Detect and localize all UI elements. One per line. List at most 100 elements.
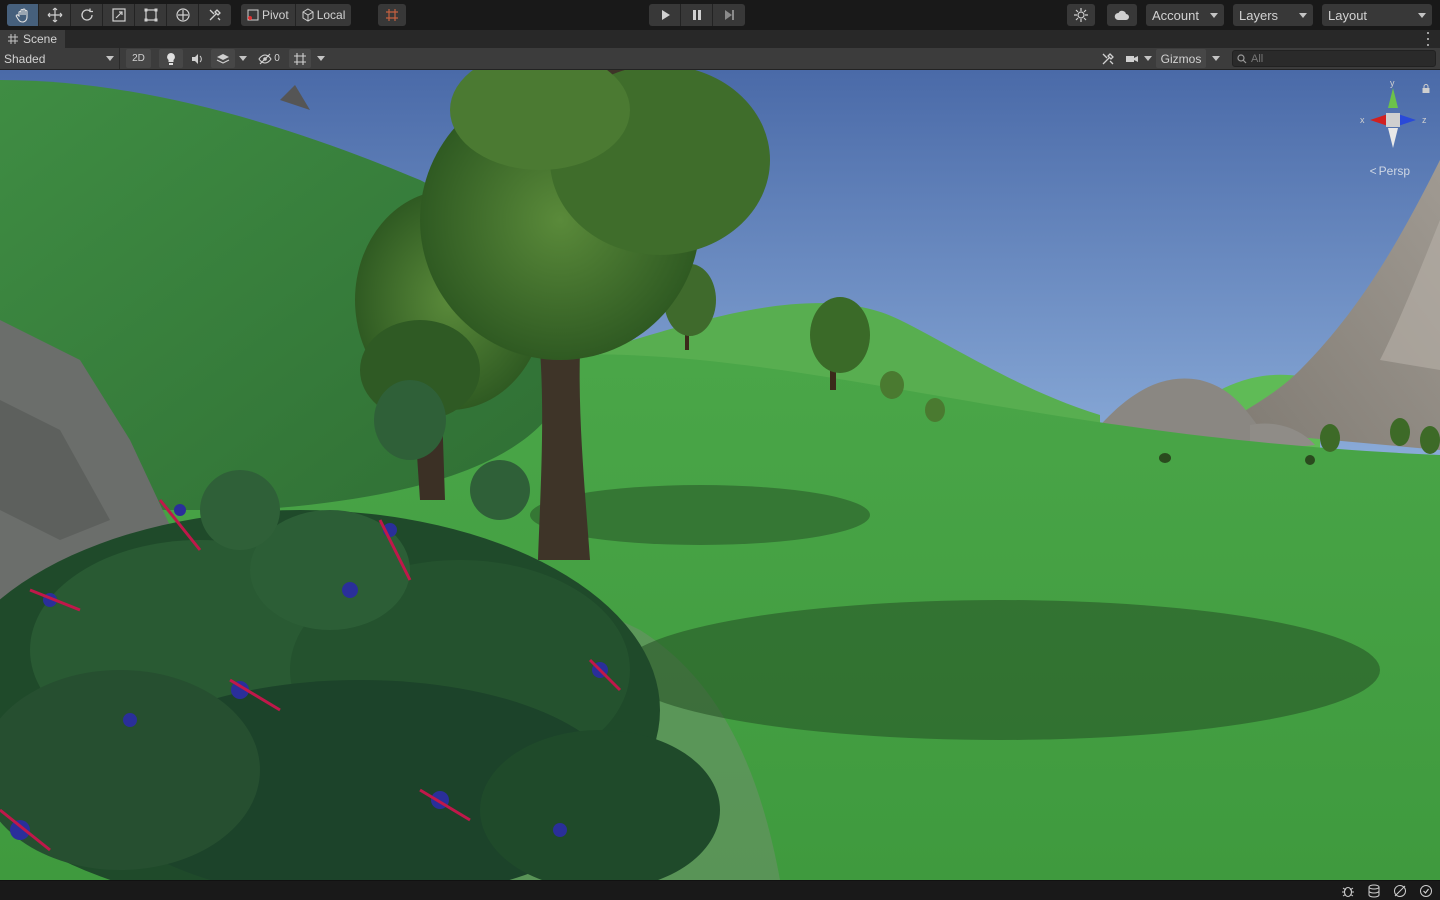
gizmos-label: Gizmos xyxy=(1160,51,1202,66)
grid-dropdown-icon[interactable] xyxy=(317,56,325,61)
toggle-2d-label: 2D xyxy=(132,53,145,64)
cloud-icon xyxy=(1114,10,1129,20)
local-cube-icon xyxy=(302,8,314,22)
projection-toggle[interactable]: < Persp xyxy=(1370,164,1410,178)
projection-label: Persp xyxy=(1378,164,1410,178)
pivot-group: Pivot Local xyxy=(241,4,352,26)
transform-tool-button[interactable] xyxy=(167,4,199,26)
x-axis-cone[interactable] xyxy=(1370,114,1388,126)
services-button[interactable] xyxy=(1067,4,1095,26)
draw-mode-label: Shaded xyxy=(4,51,46,66)
z-axis-cone[interactable] xyxy=(1398,114,1416,126)
status-bar xyxy=(0,880,1440,900)
transform-tool-icon xyxy=(175,8,190,22)
hierarchy-search xyxy=(1232,50,1436,67)
layers-effects-icon xyxy=(216,53,230,64)
axis-y-label: y xyxy=(1390,78,1395,88)
pause-icon xyxy=(692,10,701,20)
effects-dropdown-icon[interactable] xyxy=(239,56,247,61)
chevron-down-icon xyxy=(1299,13,1307,18)
chevron-down-icon xyxy=(1418,13,1426,18)
rect-tool-button[interactable] xyxy=(135,4,167,26)
speaker-icon xyxy=(192,53,202,64)
visibility-toggle[interactable]: 0 xyxy=(253,49,285,68)
main-toolbar: Pivot Local Account Layers Layout xyxy=(0,0,1440,30)
tab-scene-label: Scene xyxy=(23,32,58,46)
tab-scene[interactable]: Scene xyxy=(0,30,66,48)
layout-label: Layout xyxy=(1328,7,1368,23)
layout-dropdown[interactable]: Layout xyxy=(1322,4,1432,26)
tab-menu-icon[interactable] xyxy=(1426,32,1430,46)
chevron-down-icon xyxy=(1210,13,1218,18)
lighting-toggle[interactable] xyxy=(159,49,183,68)
pivot-button[interactable]: Pivot xyxy=(241,4,296,26)
custom-tool-button[interactable] xyxy=(199,4,231,26)
grid-snap-button[interactable] xyxy=(378,4,406,26)
scale-tool-button[interactable] xyxy=(103,4,135,26)
tools-button[interactable] xyxy=(1098,49,1118,68)
account-label: Account xyxy=(1152,7,1199,23)
play-controls xyxy=(649,4,745,26)
lock-icon[interactable] xyxy=(1422,82,1430,96)
lightbulb-icon xyxy=(167,52,175,65)
cloud-button[interactable] xyxy=(1107,4,1137,26)
pivot-icon xyxy=(247,9,259,21)
rect-tool-icon xyxy=(144,8,157,22)
network-icon[interactable] xyxy=(1392,883,1408,899)
axis-x-label: x xyxy=(1360,115,1365,125)
neg-y-axis-cone[interactable] xyxy=(1388,128,1398,148)
scene-render xyxy=(0,70,1440,880)
account-dropdown[interactable]: Account xyxy=(1146,4,1224,26)
orientation-gizmo[interactable]: y x z xyxy=(1358,78,1428,158)
camera-icon xyxy=(1126,55,1138,62)
effects-toggle[interactable] xyxy=(211,49,235,68)
draw-mode-dropdown[interactable]: Shaded xyxy=(0,48,120,69)
layers-dropdown[interactable]: Layers xyxy=(1233,4,1313,26)
pivot-label: Pivot xyxy=(262,8,289,22)
audio-toggle[interactable] xyxy=(185,49,209,68)
hidden-count: 0 xyxy=(274,53,280,64)
hand-tool-button[interactable] xyxy=(7,4,39,26)
scene-tab-bar: Scene xyxy=(0,30,1440,48)
hidden-eye-icon xyxy=(258,53,272,64)
cache-icon[interactable] xyxy=(1366,883,1382,899)
rotate-tool-button[interactable] xyxy=(71,4,103,26)
rotate-tool-icon xyxy=(80,8,93,21)
status-icons xyxy=(1340,883,1434,899)
axis-z-label: z xyxy=(1422,115,1427,125)
scale-tool-icon xyxy=(111,8,126,22)
tree-shadow-large xyxy=(620,600,1380,740)
scene-grid-icon xyxy=(8,34,18,44)
custom-tool-icon xyxy=(209,9,221,21)
local-button[interactable]: Local xyxy=(296,4,352,26)
grid-toggle[interactable] xyxy=(289,49,311,68)
transform-tools xyxy=(7,4,231,26)
search-input[interactable] xyxy=(1251,52,1431,65)
camera-button[interactable] xyxy=(1122,49,1142,68)
progress-icon[interactable] xyxy=(1418,883,1434,899)
debug-icon[interactable] xyxy=(1340,883,1356,899)
move-tool-button[interactable] xyxy=(39,4,71,26)
step-icon xyxy=(725,10,734,20)
gizmos-dropdown-icon[interactable] xyxy=(1212,56,1220,61)
hand-tool-icon xyxy=(15,8,28,23)
scene-viewport[interactable]: y x z < Persp xyxy=(0,70,1440,880)
services-icon xyxy=(1074,8,1088,22)
play-button[interactable] xyxy=(649,4,681,26)
grid-icon xyxy=(294,52,306,65)
step-button[interactable] xyxy=(713,4,745,26)
y-axis-cone[interactable] xyxy=(1388,88,1398,108)
play-icon xyxy=(661,10,670,20)
search-icon xyxy=(1237,53,1247,63)
chevron-down-icon xyxy=(106,56,114,61)
toggle-2d-button[interactable]: 2D xyxy=(126,49,151,68)
gizmo-center-cube[interactable] xyxy=(1386,113,1400,127)
move-tool-icon xyxy=(47,7,62,23)
wrench-icon xyxy=(1102,52,1114,64)
grid-snap-icon xyxy=(386,9,398,21)
pause-button[interactable] xyxy=(681,4,713,26)
camera-dropdown-icon[interactable] xyxy=(1144,56,1152,61)
scene-view-toolbar: Shaded 2D 0 Gizmos xyxy=(0,48,1440,70)
gizmos-button[interactable]: Gizmos xyxy=(1156,49,1206,68)
layers-label: Layers xyxy=(1239,7,1279,23)
